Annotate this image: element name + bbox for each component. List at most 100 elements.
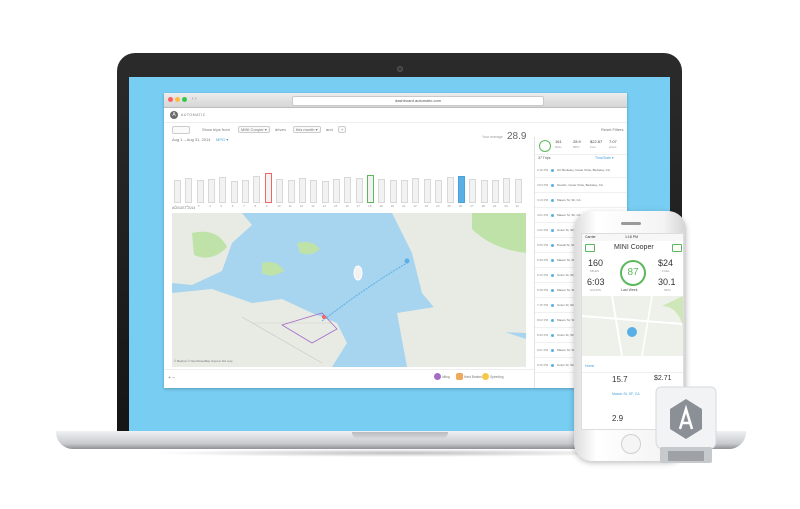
chart-bar[interactable] — [310, 180, 318, 203]
idling-icon[interactable] — [434, 373, 441, 380]
trip-row[interactable]: 2:10 PM UC Berkeley, Cesar Chav, Berkeley… — [535, 164, 627, 178]
vehicle-select[interactable]: MINI Cooper ▾ — [238, 126, 270, 133]
drive-score-ring[interactable]: 87 — [620, 260, 646, 286]
trip-row[interactable]: 3:13 PM Mason St, SF, CA — [535, 194, 627, 208]
date-range: Aug 1 – Aug 31, 2014 — [172, 137, 211, 142]
chart-bar[interactable] — [367, 175, 375, 203]
phone-miles-label: MILES — [590, 269, 600, 273]
mpg-bar-chart: 1 2 3 4 5 6 7 8 9 10 11 12 13 14 15 16 17 18 19 20 21 22 23 24 2… — [172, 155, 524, 208]
chart-day-label: 28 — [481, 204, 485, 208]
speaker-icon — [621, 222, 641, 225]
chart-day-label: 6 — [231, 204, 234, 208]
phone-hours-label: HOURS — [590, 288, 601, 292]
chart-day-label: 18 — [368, 204, 372, 208]
chart-bar[interactable] — [423, 179, 431, 203]
chart-bar[interactable] — [242, 180, 250, 203]
trip-dot-icon — [551, 214, 554, 217]
zoom-controls[interactable]: + – — [168, 375, 175, 381]
url-bar[interactable]: dashboard.automatic.com — [292, 96, 544, 106]
chart-day-label: 27 — [470, 204, 474, 208]
phone-cost: $24 — [658, 258, 674, 268]
chart-bar[interactable] — [457, 176, 465, 203]
chart-bar[interactable] — [332, 179, 340, 203]
chart-bar[interactable] — [344, 177, 352, 203]
chart-day-label: 23 — [424, 204, 429, 208]
chart-day-label: 11 — [288, 204, 292, 208]
automatic-logo-icon[interactable]: A — [170, 111, 178, 119]
home-button[interactable] — [621, 434, 641, 454]
chart-bar[interactable] — [491, 180, 499, 203]
chart-day-label: 29 — [492, 204, 497, 208]
trip-dot-icon — [551, 364, 554, 367]
trip-dot-icon — [551, 184, 554, 187]
adapter-graphic — [655, 386, 717, 463]
reset-filters-link[interactable]: Reset Filters — [601, 127, 623, 132]
close-button[interactable] — [168, 97, 173, 102]
trip-map[interactable]: © Mapbox © OpenStreetMap Improve this ma… — [172, 213, 526, 367]
chart-bar[interactable] — [480, 180, 488, 203]
summary-hours-label: Hours — [609, 145, 617, 149]
chart-day-label: 15 — [333, 204, 338, 208]
hard-brake-icon[interactable] — [456, 373, 463, 380]
chart-bar[interactable] — [355, 178, 363, 203]
chart-bar[interactable] — [469, 179, 477, 203]
chart-bar[interactable] — [446, 177, 454, 203]
trip-dot-icon — [551, 304, 554, 307]
chart-bar[interactable] — [253, 176, 261, 203]
chart-bar[interactable] — [321, 181, 329, 203]
summary-mpg: 28.9 — [573, 139, 581, 144]
week-label[interactable]: Last Week — [621, 288, 637, 292]
chart-bar[interactable] — [514, 179, 522, 203]
minimize-button[interactable] — [175, 97, 180, 102]
browser-window: ‹ › dashboard.automatic.com A AUTOMATIC … — [164, 93, 627, 388]
add-filter-button[interactable]: + — [338, 126, 347, 133]
chart-day-label: 25 — [447, 204, 451, 208]
chart-bar[interactable] — [389, 180, 397, 203]
phone-mpg-label: MPG — [664, 288, 671, 292]
phone-map[interactable] — [582, 296, 683, 356]
trip-row[interactable]: 3:04 PM Ouotris, Cesar Chav, Berkeley, CA — [535, 179, 627, 193]
summary-fuel: $22.87 — [590, 139, 603, 144]
garage-icon[interactable] — [672, 244, 682, 252]
sort-select[interactable]: Time/Date ▾ — [595, 156, 614, 160]
score-ring-icon — [539, 140, 551, 152]
phone-hours: 6:03 — [587, 277, 605, 287]
chart-bar[interactable] — [401, 180, 409, 203]
trip-time: 2:10 PM — [537, 168, 549, 172]
trip-time: 9:40 PM — [537, 363, 549, 367]
chart-bar[interactable] — [435, 180, 443, 203]
trip-time: 8:02 PM — [537, 318, 549, 322]
chart-bar[interactable] — [174, 180, 181, 203]
speeding-icon[interactable] — [482, 373, 489, 380]
summary-mpg-label: MPG — [573, 145, 580, 149]
chart-bar[interactable] — [412, 178, 420, 203]
chart-bar[interactable] — [230, 181, 238, 203]
sort-select-value: Time/Date — [595, 156, 612, 160]
metric-select[interactable]: MPG ▾ — [216, 137, 228, 142]
chart-day-label: 20 — [390, 204, 395, 208]
chart-day-label: 21 — [402, 204, 406, 208]
home-label: Home — [585, 364, 595, 368]
chart-bar[interactable] — [208, 179, 216, 203]
trip-dot-icon — [551, 259, 554, 262]
chart-bar[interactable] — [219, 177, 227, 203]
chart-bar[interactable] — [503, 178, 511, 203]
back-icon[interactable]: ‹ › — [192, 96, 197, 102]
chart-bar[interactable] — [298, 178, 306, 203]
metric-select-value: MPG — [216, 137, 226, 142]
chart-bar[interactable] — [276, 179, 284, 203]
carrier-label: Carrier — [585, 235, 596, 239]
period-select[interactable]: this month ▾ — [293, 126, 321, 133]
chart-bar[interactable] — [264, 173, 272, 203]
chart-day-label: 4 — [209, 204, 211, 208]
chart-bar[interactable] — [185, 178, 193, 203]
chart-day-label: 5 — [220, 204, 223, 208]
month-label: AUGUST 2014 — [172, 206, 196, 210]
phone-cost-label: FUEL — [662, 269, 670, 273]
chart-bar[interactable] — [378, 179, 386, 203]
car-icon[interactable] — [585, 244, 595, 252]
zoom-button[interactable] — [182, 97, 187, 102]
chart-bar[interactable] — [287, 180, 295, 203]
chart-bar[interactable] — [196, 180, 204, 203]
back-button[interactable] — [172, 126, 190, 134]
